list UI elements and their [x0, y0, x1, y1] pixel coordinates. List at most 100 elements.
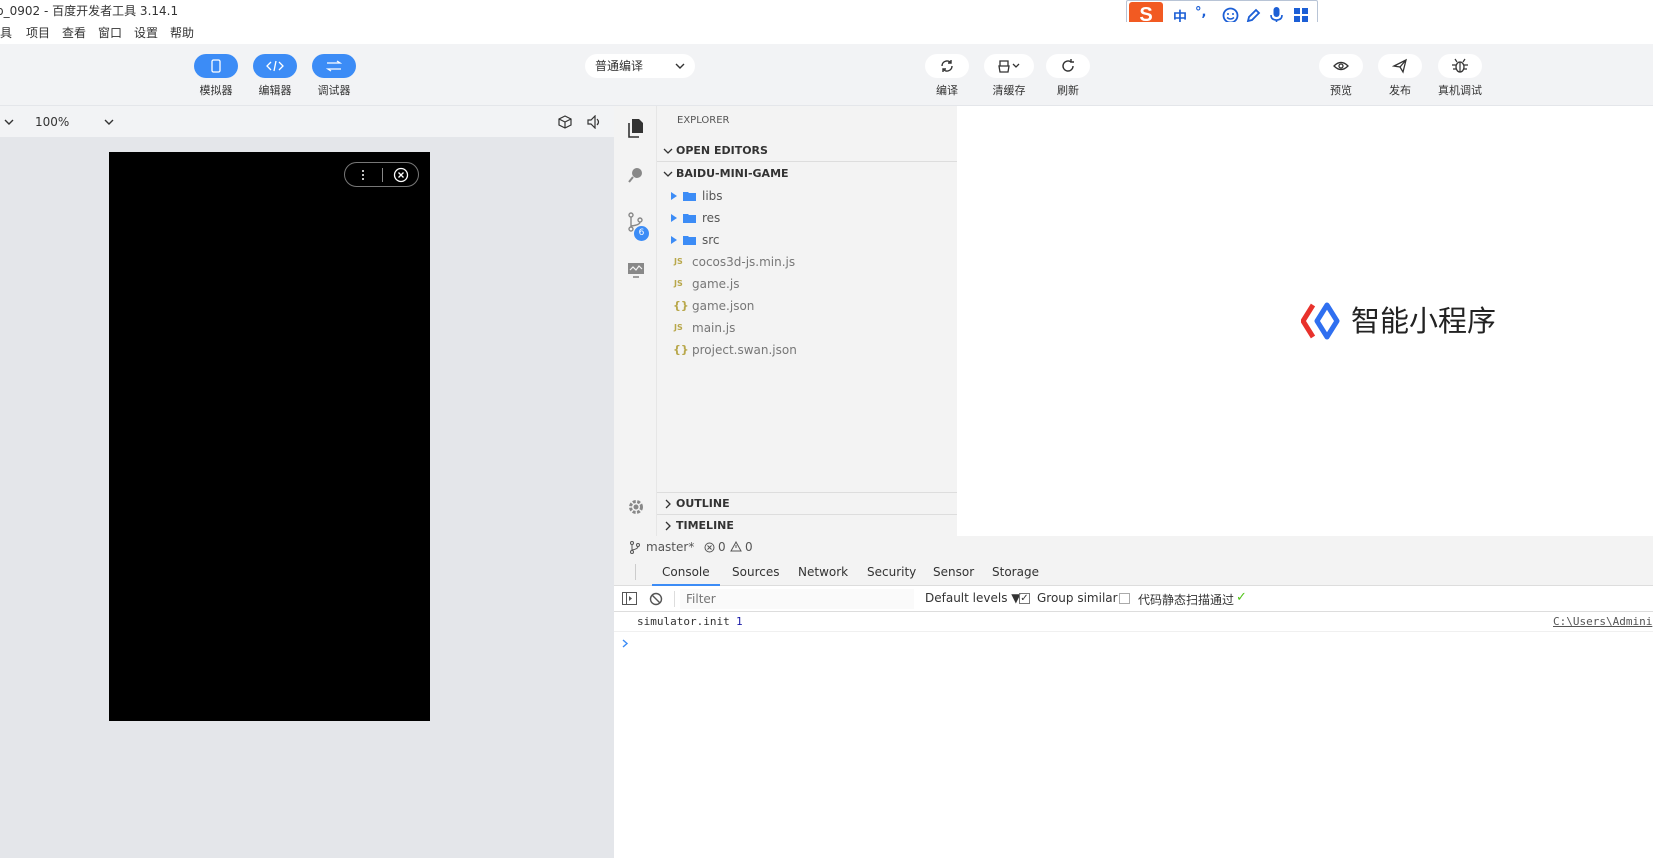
zoom-chevron-icon[interactable] — [104, 118, 114, 126]
file-item[interactable]: JS cocos3d-js.min.js — [657, 251, 957, 273]
publish-button[interactable] — [1378, 54, 1422, 78]
remote-debug-button[interactable] — [1438, 54, 1482, 78]
branch-name[interactable]: master* — [646, 536, 694, 558]
error-icon[interactable] — [704, 542, 715, 553]
tab-security[interactable]: Security — [867, 558, 916, 586]
chevron-down-icon — [663, 171, 673, 177]
static-scan-checkbox[interactable] — [1119, 593, 1130, 604]
json-file-icon: {} — [673, 343, 689, 356]
file-item[interactable]: {} project.swan.json — [657, 339, 957, 361]
files-icon[interactable] — [627, 118, 645, 138]
file-item[interactable]: {} game.json — [657, 295, 957, 317]
tab-sensor[interactable]: Sensor — [933, 558, 974, 586]
brush-icon — [998, 60, 1020, 73]
chevron-down-icon — [663, 148, 673, 154]
status-bar: master* 0 0 — [614, 536, 1653, 558]
publish-label: 发布 — [1389, 84, 1411, 97]
menu-tools[interactable]: 工具 — [0, 22, 12, 44]
refresh-cycle-icon — [941, 60, 953, 72]
timeline-label: TIMELINE — [676, 519, 734, 532]
tab-console[interactable]: Console — [652, 558, 720, 586]
caret-right-icon — [671, 192, 677, 200]
simulator-toolbar: 100% — [0, 106, 614, 138]
folder-item-src[interactable]: src — [657, 229, 957, 251]
check-icon: ✓ — [1236, 590, 1247, 605]
warning-icon[interactable] — [730, 541, 742, 552]
group-similar-checkbox[interactable]: ✓ — [1019, 593, 1030, 604]
gear-icon[interactable] — [627, 498, 645, 516]
menu-project[interactable]: 项目 — [26, 22, 50, 44]
devtools-drawer-toggle[interactable] — [635, 564, 636, 580]
menu-window[interactable]: 窗口 — [98, 22, 122, 44]
warning-count[interactable]: 0 — [745, 536, 753, 558]
smart-program-logo-icon — [1301, 302, 1340, 340]
console-filter-input[interactable] — [680, 589, 914, 609]
close-circle-icon[interactable] — [393, 167, 409, 183]
preview-button[interactable] — [1319, 54, 1363, 78]
swap-icon — [326, 60, 342, 72]
menu-view[interactable]: 查看 — [62, 22, 86, 44]
simulator-label: 模拟器 — [199, 84, 233, 97]
refresh-button[interactable] — [1046, 54, 1090, 78]
paper-plane-icon — [1392, 58, 1407, 74]
outline-label: OUTLINE — [676, 497, 730, 510]
js-file-icon: JS — [674, 257, 683, 266]
editor-welcome: 智能小程序 — [958, 106, 1653, 536]
chevron-right-icon — [665, 499, 671, 509]
compile-mode-value: 普通编译 — [595, 59, 644, 73]
zoom-value[interactable]: 100% — [35, 115, 69, 129]
folder-item-libs[interactable]: libs — [657, 185, 957, 207]
outline-section[interactable]: OUTLINE — [657, 492, 957, 514]
file-name: game.js — [692, 277, 740, 291]
grid-menu-icon[interactable] — [1293, 7, 1309, 23]
ime-punct[interactable]: °, — [1195, 5, 1206, 20]
remote-debug-label: 真机调试 — [1438, 84, 1482, 97]
sidebar-toggle-icon[interactable] — [622, 592, 637, 605]
main-toolbar: 模拟器 编辑器 调试器 普通编译 编译 清缓存 刷新 预览 发布 真机调试 — [0, 44, 1653, 106]
more-dots-icon[interactable] — [361, 169, 365, 181]
tab-network[interactable]: Network — [798, 558, 848, 586]
debugger-button[interactable] — [312, 54, 356, 78]
json-file-icon: {} — [673, 299, 689, 312]
timeline-section[interactable]: TIMELINE — [657, 514, 957, 536]
menu-settings[interactable]: 设置 — [134, 22, 158, 44]
device-chevron-icon[interactable] — [4, 118, 14, 126]
monitor-icon[interactable] — [627, 262, 645, 278]
tab-storage[interactable]: Storage — [992, 558, 1039, 586]
project-section[interactable]: BAIDU-MINI-GAME — [657, 163, 957, 185]
error-count[interactable]: 0 — [718, 536, 726, 558]
simulator-screen[interactable] — [109, 152, 430, 721]
console-message-value: 1 — [736, 615, 743, 628]
code-icon — [266, 60, 284, 72]
caret-right-icon — [671, 214, 677, 222]
open-editors-section[interactable]: OPEN EDITORS — [657, 140, 957, 162]
folder-name: src — [702, 233, 720, 247]
console-message-source[interactable]: C:\Users\Admini — [1553, 612, 1652, 632]
folder-name: libs — [702, 189, 723, 203]
tab-sources[interactable]: Sources — [732, 558, 779, 586]
window-titlebar: p_0902 - 百度开发者工具 3.14.1 — [0, 0, 1653, 22]
compile-mode-select[interactable]: 普通编译 — [585, 54, 695, 78]
console-prompt-icon[interactable] — [622, 639, 629, 648]
log-levels-dropdown[interactable]: Default levels ▼ — [925, 591, 1021, 605]
cube-icon[interactable] — [558, 115, 572, 129]
menubar: 工具 项目 查看 窗口 设置 帮助 — [0, 22, 1653, 44]
clear-console-icon[interactable] — [649, 592, 663, 606]
file-name: project.swan.json — [692, 343, 797, 357]
open-editors-label: OPEN EDITORS — [676, 144, 768, 157]
folder-item-res[interactable]: res — [657, 207, 957, 229]
clear-cache-button[interactable] — [984, 54, 1034, 78]
compile-button[interactable] — [925, 54, 969, 78]
console-message-text: simulator.init — [637, 615, 730, 628]
speaker-icon[interactable] — [587, 115, 601, 129]
menu-capsule[interactable] — [344, 162, 419, 187]
console-message[interactable]: simulator.init 1 C:\Users\Admini — [614, 612, 1653, 632]
menu-help[interactable]: 帮助 — [170, 22, 194, 44]
git-branch-icon[interactable] — [629, 541, 641, 554]
file-item[interactable]: JS main.js — [657, 317, 957, 339]
file-item[interactable]: JS game.js — [657, 273, 957, 295]
search-icon[interactable] — [627, 166, 645, 184]
preview-label: 预览 — [1330, 84, 1352, 97]
simulator-button[interactable] — [194, 54, 238, 78]
editor-button[interactable] — [253, 54, 297, 78]
